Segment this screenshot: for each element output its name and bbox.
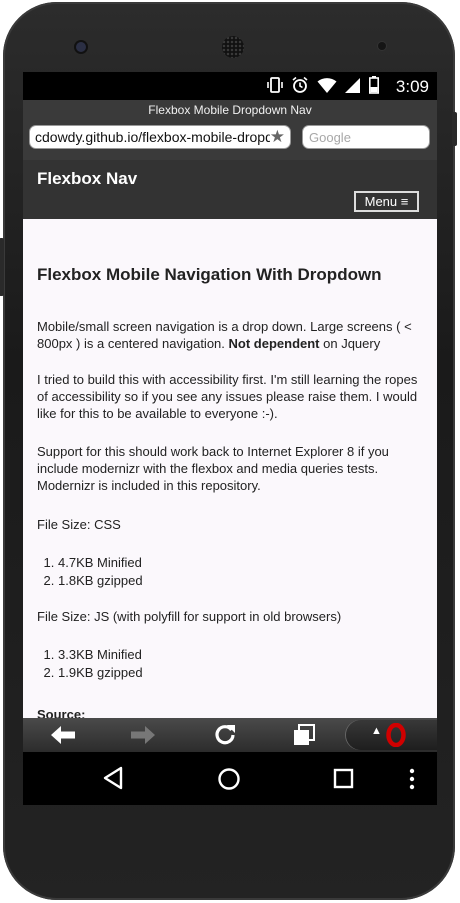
wifi-icon bbox=[317, 77, 337, 93]
recents-square-icon[interactable] bbox=[333, 768, 355, 790]
url-text[interactable]: cdowdy.github.io/flexbox-mobile-dropdown… bbox=[35, 129, 270, 145]
search-placeholder: Google bbox=[309, 130, 351, 145]
battery-icon bbox=[369, 76, 379, 94]
status-bar: 3:09 bbox=[23, 72, 437, 100]
site-navbar: Flexbox Nav Menu ≡ bbox=[23, 160, 437, 219]
intro-paragraph: Mobile/small screen navigation is a drop… bbox=[37, 318, 429, 352]
home-circle-icon[interactable] bbox=[217, 767, 241, 791]
list-item: 4.7KB Minified bbox=[58, 554, 143, 572]
url-field[interactable]: cdowdy.github.io/flexbox-mobile-dropdown… bbox=[29, 125, 291, 149]
caret-up-icon: ▲ bbox=[371, 725, 382, 737]
source-heading: Source: bbox=[37, 707, 86, 718]
browser-page-title: Flexbox Mobile Dropdown Nav bbox=[148, 103, 312, 117]
overflow-menu-icon[interactable] bbox=[409, 768, 415, 790]
accessibility-paragraph: I tried to build this with accessibility… bbox=[37, 372, 418, 421]
browser-header: Flexbox Mobile Dropdown Nav cdowdy.githu… bbox=[23, 100, 437, 160]
search-input[interactable]: Google bbox=[302, 125, 430, 149]
css-size-label: File Size: CSS bbox=[37, 517, 121, 532]
list-item: 3.3KB Minified bbox=[58, 646, 143, 664]
opera-icon bbox=[386, 723, 406, 747]
menu-label: Menu bbox=[364, 194, 398, 209]
page-content: Flexbox Mobile Navigation With Dropdown … bbox=[23, 219, 437, 718]
android-navigation-bar bbox=[23, 752, 437, 805]
menu-toggle-button[interactable]: Menu ≡ bbox=[354, 191, 419, 212]
reload-icon[interactable] bbox=[214, 724, 236, 746]
vibrate-icon bbox=[267, 77, 283, 93]
list-item: 1.9KB gzipped bbox=[58, 664, 143, 682]
js-size-label: File Size: JS (with polyfill for support… bbox=[37, 609, 342, 624]
list-item: 1.8KB gzipped bbox=[58, 572, 143, 590]
forward-icon[interactable] bbox=[131, 726, 155, 744]
page-heading: Flexbox Mobile Navigation With Dropdown bbox=[37, 265, 382, 284]
back-triangle-icon[interactable] bbox=[102, 766, 124, 790]
css-size-list: 4.7KB Minified 1.8KB gzipped bbox=[26, 554, 143, 590]
phone-screen: 3:09 Flexbox Mobile Dropdown Nav cdowdy.… bbox=[23, 72, 437, 805]
back-icon[interactable] bbox=[51, 726, 75, 744]
volume-button bbox=[0, 238, 4, 296]
intro-bold-text: Not dependent bbox=[228, 336, 320, 351]
power-button bbox=[452, 112, 457, 146]
js-size-list: 3.3KB Minified 1.9KB gzipped bbox=[26, 646, 143, 682]
browser-toolbar: ▲ bbox=[23, 718, 437, 752]
support-paragraph: Support for this should work back to Int… bbox=[37, 444, 389, 493]
front-camera bbox=[76, 42, 86, 52]
intro-text-end: on Jquery bbox=[319, 336, 381, 351]
site-brand[interactable]: Flexbox Nav bbox=[37, 169, 137, 189]
earpiece-speaker bbox=[222, 36, 244, 58]
signal-icon bbox=[345, 77, 360, 93]
alarm-icon bbox=[292, 76, 308, 93]
opera-menu-button[interactable]: ▲ bbox=[346, 720, 437, 750]
proximity-sensor bbox=[378, 42, 386, 50]
hamburger-icon: ≡ bbox=[400, 194, 409, 209]
bookmark-star-icon[interactable]: ★ bbox=[270, 127, 285, 147]
status-time: 3:09 bbox=[395, 77, 429, 96]
tabs-icon[interactable] bbox=[293, 724, 315, 746]
